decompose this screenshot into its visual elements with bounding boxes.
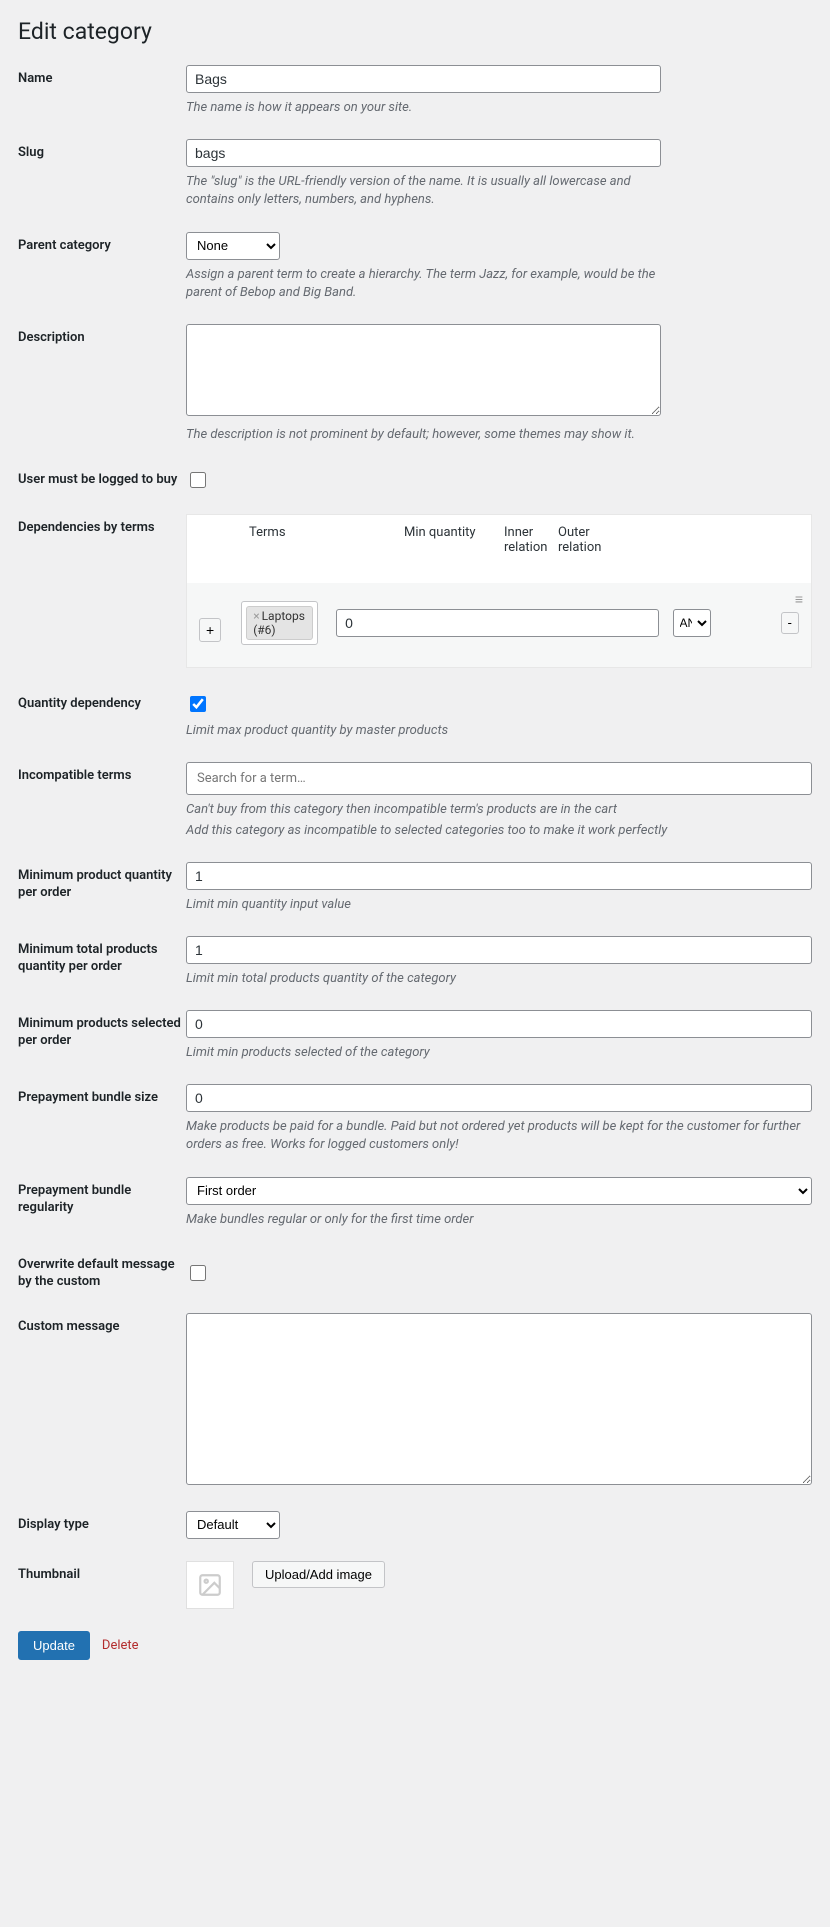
add-dependency-button[interactable]: + [199, 618, 221, 642]
delete-link[interactable]: Delete [102, 1638, 139, 1653]
incompat-label: Incompatible terms [18, 762, 186, 785]
logged-buy-checkbox[interactable] [190, 472, 206, 488]
prepay-reg-desc: Make bundles regular or only for the fir… [186, 1211, 661, 1229]
image-placeholder-icon [197, 1572, 223, 1598]
drag-handle-icon[interactable]: ≡ [795, 591, 803, 608]
slug-input[interactable] [186, 139, 661, 167]
name-label: Name [18, 65, 186, 88]
dep-inner-select[interactable]: AND [673, 609, 711, 637]
prepay-size-desc: Make products be paid for a bundle. Paid… [186, 1118, 812, 1154]
min-prod-qty-desc: Limit min quantity input value [186, 896, 661, 914]
upload-image-button[interactable]: Upload/Add image [252, 1561, 385, 1588]
name-desc: The name is how it appears on your site. [186, 99, 661, 117]
prepay-size-label: Prepayment bundle size [18, 1084, 186, 1107]
display-type-label: Display type [18, 1511, 186, 1534]
parent-desc: Assign a parent term to create a hierarc… [186, 266, 661, 302]
dependencies-table: Terms Min quantity Inner relation Outer … [186, 514, 812, 668]
dep-header-terms: Terms [245, 525, 400, 555]
quantity-dep-label: Quantity dependency [18, 690, 186, 713]
custom-msg-label: Custom message [18, 1313, 186, 1336]
min-prod-qty-input[interactable] [186, 862, 812, 890]
slug-desc: The "slug" is the URL-friendly version o… [186, 173, 661, 209]
incompat-search-input[interactable]: Search for a term… [186, 762, 812, 795]
min-selected-input[interactable] [186, 1010, 812, 1038]
quantity-dep-checkbox[interactable] [190, 696, 206, 712]
dep-terms-input[interactable]: ×Laptops (#6) [241, 601, 318, 645]
prepay-reg-select[interactable]: First order [186, 1177, 812, 1205]
dep-row: ≡ + ×Laptops (#6) AND - [187, 583, 811, 667]
min-prod-qty-label: Minimum product quantity per order [18, 862, 186, 902]
dependencies-label: Dependencies by terms [18, 514, 186, 537]
overwrite-msg-label: Overwrite default message by the custom [18, 1251, 186, 1291]
parent-label: Parent category [18, 232, 186, 255]
min-selected-label: Minimum products selected per order [18, 1010, 186, 1050]
name-input[interactable] [186, 65, 661, 93]
remove-dependency-button[interactable]: - [781, 612, 799, 634]
incompat-desc2: Add this category as incompatible to sel… [186, 822, 812, 840]
description-desc: The description is not prominent by defa… [186, 426, 661, 444]
update-button[interactable]: Update [18, 1631, 90, 1660]
logged-buy-label: User must be logged to buy [18, 466, 186, 489]
prepay-reg-label: Prepayment bundle regularity [18, 1177, 186, 1217]
overwrite-msg-checkbox[interactable] [190, 1265, 206, 1281]
min-total-qty-label: Minimum total products quantity per orde… [18, 936, 186, 976]
parent-select[interactable]: None [186, 232, 280, 260]
min-selected-desc: Limit min products selected of the categ… [186, 1044, 661, 1062]
thumbnail-label: Thumbnail [18, 1561, 186, 1584]
page-title: Edit category [18, 18, 812, 45]
dep-header-outer: Outer relation [554, 525, 606, 555]
prepay-size-input[interactable] [186, 1084, 812, 1112]
min-total-qty-input[interactable] [186, 936, 812, 964]
remove-tag-icon[interactable]: × [253, 609, 259, 623]
thumbnail-preview [186, 1561, 234, 1609]
min-total-qty-desc: Limit min total products quantity of the… [186, 970, 661, 988]
description-textarea[interactable] [186, 324, 661, 416]
description-label: Description [18, 324, 186, 347]
dep-header-minq: Min quantity [400, 525, 500, 555]
term-tag: ×Laptops (#6) [246, 606, 313, 640]
dep-header-inner: Inner relation [500, 525, 554, 555]
custom-msg-textarea[interactable] [186, 1313, 812, 1485]
slug-label: Slug [18, 139, 186, 162]
incompat-desc1: Can't buy from this category then incomp… [186, 801, 812, 819]
quantity-dep-desc: Limit max product quantity by master pro… [186, 722, 661, 740]
display-type-select[interactable]: Default [186, 1511, 280, 1539]
dep-min-qty-input[interactable] [336, 609, 658, 637]
